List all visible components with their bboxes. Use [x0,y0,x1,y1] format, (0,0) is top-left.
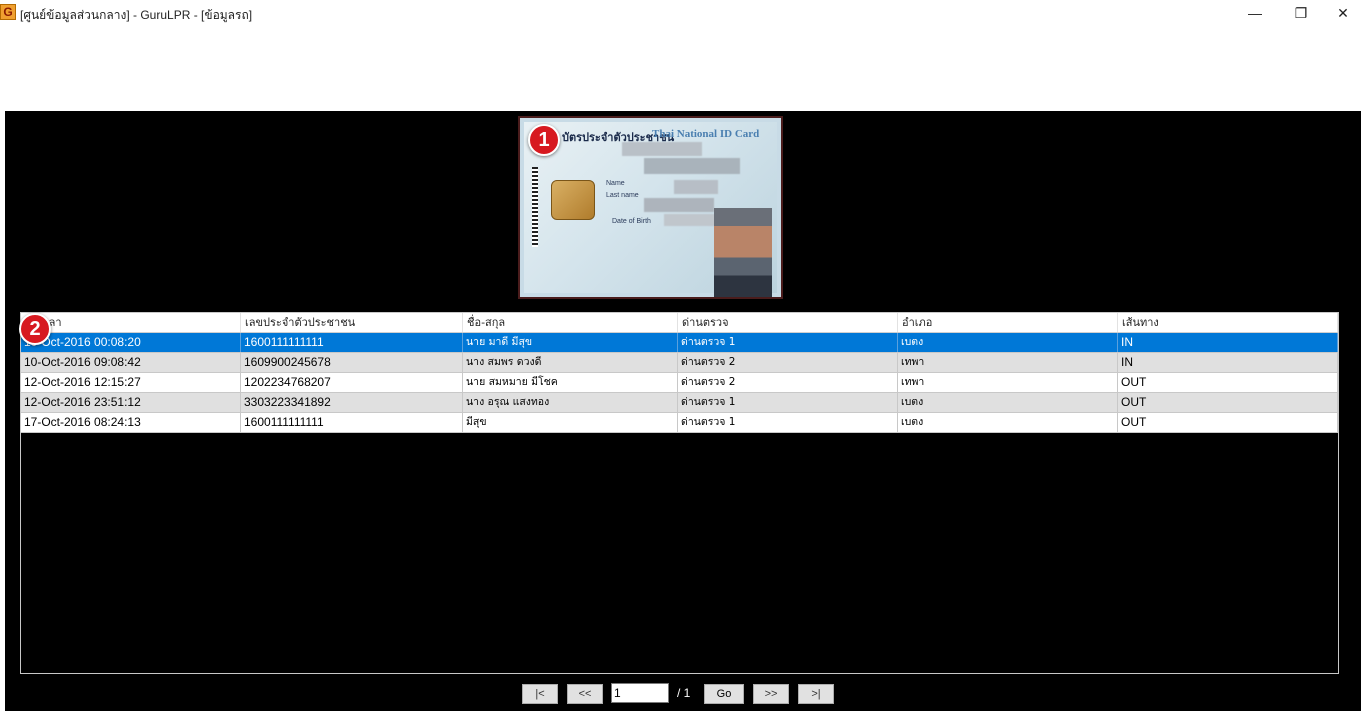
blurred-field [644,198,714,212]
cell-district: เทพา [898,353,1118,372]
column-header-route[interactable]: เส้นทาง [1118,313,1338,332]
title-bar: G [ศูนย์ข้อมูลส่วนกลาง] - GuruLPR - [ข้อ… [0,0,1366,26]
blurred-field [622,142,702,156]
cell-fullname: นาง สมพร ดวงดี [463,353,678,372]
cell-id-number: 1609900245678 [241,353,463,372]
page-total-label: / 1 [677,686,691,700]
table-row[interactable]: 17-Oct-2016 08:24:13 1600111111111 มีสุข… [21,413,1338,433]
last-page-button[interactable]: >| [798,684,834,704]
cell-fullname: นาย มาดี มีสุข [463,333,678,352]
app-logo-icon: G [0,4,16,20]
cell-id-number: 3303223341892 [241,393,463,412]
cell-route: OUT [1118,413,1338,432]
table-row[interactable]: 10-Oct-2016 00:08:20 1600111111111 นาย ม… [21,333,1338,353]
table-row[interactable]: 12-Oct-2016 12:15:27 1202234768207 นาย ส… [21,373,1338,393]
cell-datetime: 12-Oct-2016 23:51:12 [21,393,241,412]
card-label-dob: Date of Birth [612,218,651,225]
cell-checkpoint: ด่านตรวจ 2 [678,373,898,392]
next-page-button[interactable]: >> [753,684,789,704]
minimize-button[interactable]: — [1232,0,1278,26]
column-header-district[interactable]: อำเภอ [898,313,1118,332]
column-header-datetime[interactable]: วันเวลา [21,313,241,332]
column-header-checkpoint[interactable]: ด่านตรวจ [678,313,898,332]
first-page-button[interactable]: |< [522,684,558,704]
close-button[interactable]: ✕ [1320,0,1366,26]
id-card-face: บัตรประจำตัวประชาชน Thai National ID Car… [524,122,777,297]
table-row[interactable]: 12-Oct-2016 23:51:12 3303223341892 นาง อ… [21,393,1338,413]
pagination-bar: |< << / 1 Go >> >| [0,683,1366,705]
cell-datetime: 10-Oct-2016 00:08:20 [21,333,241,352]
cell-checkpoint: ด่านตรวจ 1 [678,393,898,412]
cell-id-number: 1600111111111 [241,413,463,432]
previous-page-button[interactable]: << [567,684,603,704]
cell-checkpoint: ด่านตรวจ 1 [678,413,898,432]
table-row[interactable]: 10-Oct-2016 09:08:42 1609900245678 นาง ส… [21,353,1338,373]
cell-checkpoint: ด่านตรวจ 2 [678,353,898,372]
records-table[interactable]: วันเวลา เลขประจำตัวประชาชน ชื่อ-สกุล ด่า… [20,312,1339,674]
cell-id-number: 1600111111111 [241,333,463,352]
cell-route: OUT [1118,393,1338,412]
cell-district: เบตง [898,333,1118,352]
column-header-id-number[interactable]: เลขประจำตัวประชาชน [241,313,463,332]
table-body: 10-Oct-2016 00:08:20 1600111111111 นาย ม… [21,333,1338,433]
card-label-lastname: Last name [606,192,639,199]
card-chip-icon [551,180,595,220]
blurred-field [664,214,720,226]
go-button[interactable]: Go [704,684,744,704]
card-label-name: Name [606,180,625,187]
blurred-field [674,180,718,194]
cell-district: เบตง [898,413,1118,432]
card-title-english: Thai National ID Card [652,128,760,140]
cell-id-number: 1202234768207 [241,373,463,392]
table-header: วันเวลา เลขประจำตัวประชาชน ชื่อ-สกุล ด่า… [21,313,1338,333]
callout-badge-1: 1 [528,124,560,156]
cell-fullname: มีสุข [463,413,678,432]
cell-fullname: นาง อรุณ แสงทอง [463,393,678,412]
window-title: [ศูนย์ข้อมูลส่วนกลาง] - GuruLPR - [ข้อมู… [20,8,253,22]
cell-district: เบตง [898,393,1118,412]
cell-route: IN [1118,353,1338,372]
card-photo [714,208,772,297]
restore-button[interactable]: ❐ [1278,0,1324,26]
cell-district: เทพา [898,373,1118,392]
cell-route: OUT [1118,373,1338,392]
callout-badge-2: 2 [19,313,51,345]
cell-checkpoint: ด่านตรวจ 1 [678,333,898,352]
blurred-field [644,158,740,174]
cell-datetime: 12-Oct-2016 12:15:27 [21,373,241,392]
page-number-input[interactable] [611,683,669,703]
cell-route: IN [1118,333,1338,352]
card-barcode [532,167,538,247]
cell-datetime: 17-Oct-2016 08:24:13 [21,413,241,432]
id-card-image: บัตรประจำตัวประชาชน Thai National ID Car… [518,116,783,299]
column-header-fullname[interactable]: ชื่อ-สกุล [463,313,678,332]
cell-fullname: นาย สมหมาย มีโชค [463,373,678,392]
cell-datetime: 10-Oct-2016 09:08:42 [21,353,241,372]
